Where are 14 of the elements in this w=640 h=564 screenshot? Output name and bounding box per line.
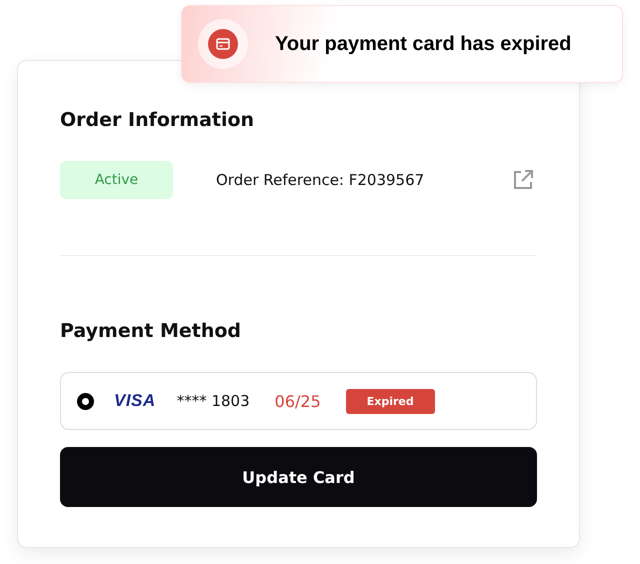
section-title: Order Information	[60, 108, 256, 133]
card-expiry: 06/25	[274, 392, 321, 410]
payment-card-option[interactable]: VISA **** 1803 06/25 Expired	[60, 372, 537, 430]
section-title: Payment Method	[60, 319, 242, 344]
update-card-button[interactable]: Update Card	[60, 447, 537, 507]
credit-card-icon	[208, 29, 238, 59]
status-badge: Active	[60, 161, 173, 199]
order-reference: Order Reference: F2039567	[216, 171, 426, 189]
card-number: **** 1803	[176, 392, 250, 410]
expired-badge: Expired	[346, 388, 435, 414]
toast-message: Your payment card has expired	[275, 32, 572, 56]
external-link-icon[interactable]	[511, 168, 535, 192]
card-brand: VISA	[114, 391, 156, 411]
radio-button[interactable]	[77, 392, 94, 410]
